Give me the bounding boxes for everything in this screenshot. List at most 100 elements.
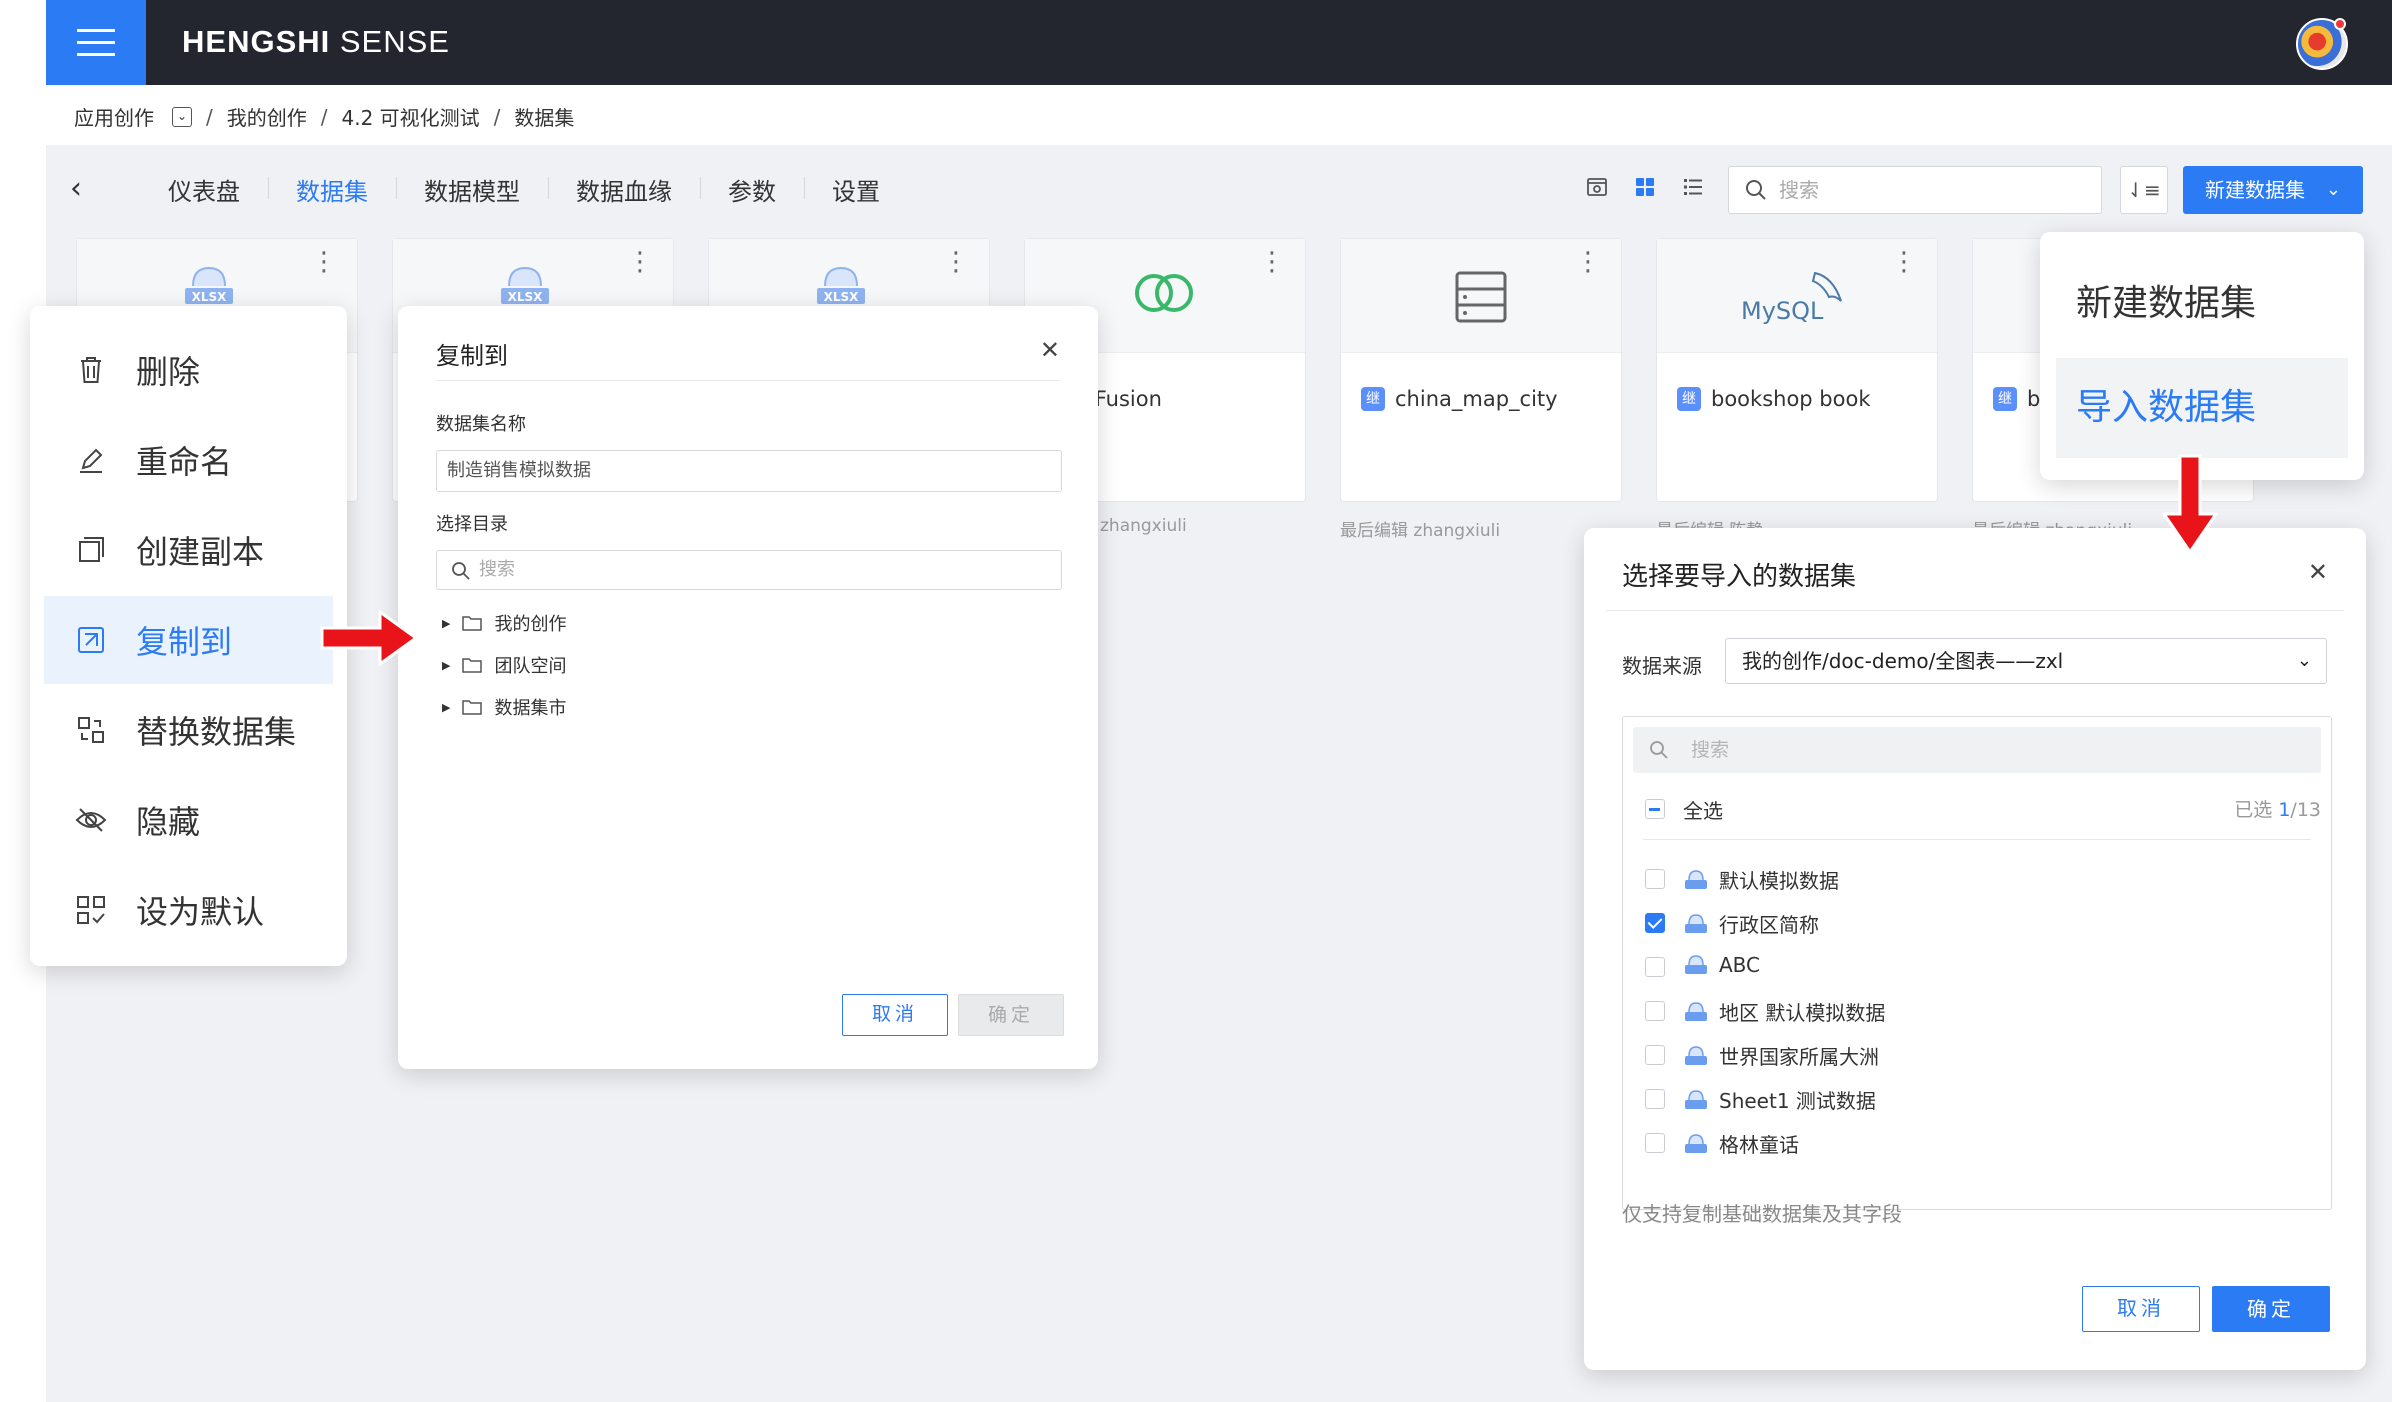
list-view-icon[interactable] <box>1681 175 1705 199</box>
list-search-input[interactable]: 搜索 <box>1633 727 2321 773</box>
sort-icon: ⇃≡ <box>2127 178 2161 202</box>
item-checkbox[interactable] <box>1645 1045 1665 1065</box>
tab-dashboard[interactable]: 仪表盘 <box>140 172 268 207</box>
item-checkbox[interactable] <box>1645 1133 1665 1153</box>
menu-item-import-dataset[interactable]: 导入数据集 <box>2056 358 2348 458</box>
tree-node[interactable]: ▶ 数据集市 <box>442 694 566 720</box>
back-chevron-icon[interactable]: ‹ <box>70 173 100 205</box>
search-input[interactable]: 搜索 <box>1728 166 2102 214</box>
more-options-icon[interactable]: ⋮ <box>943 249 969 275</box>
xlsx-file-icon: XLSX <box>817 266 865 304</box>
svg-text:XLSX: XLSX <box>508 290 544 304</box>
list-item[interactable]: 默认模拟数据 <box>1683 865 1839 894</box>
cancel-button[interactable]: 取消 <box>2082 1286 2200 1332</box>
menu-item-delete[interactable]: 删除 <box>44 326 333 414</box>
dataset-list: 搜索 全选 已选 1/13 默认模拟数据 行政区简称 ABC 地区 默认模拟数据… <box>1622 716 2332 1210</box>
caret-right-icon[interactable]: ▶ <box>442 701 450 714</box>
more-options-icon[interactable]: ⋮ <box>1891 249 1917 275</box>
card-thumbnail: MySQL ⋮ <box>1657 239 1937 353</box>
tab-datasets[interactable]: 数据集 <box>268 172 396 207</box>
new-dataset-button[interactable]: 新建数据集 ⌄ <box>2183 166 2363 214</box>
tree-node[interactable]: ▶ 团队空间 <box>442 652 566 678</box>
caret-right-icon[interactable]: ▶ <box>442 617 450 630</box>
more-options-icon[interactable]: ⋮ <box>1259 249 1285 275</box>
tab-settings[interactable]: 设置 <box>804 172 908 207</box>
tab-data-lineage[interactable]: 数据血缘 <box>548 172 700 207</box>
source-value: 我的创作/doc-demo/全图表——zxl <box>1742 649 2064 673</box>
directory-search-input[interactable]: 搜索 <box>436 550 1062 590</box>
card-title: china_map_city <box>1395 387 1558 411</box>
source-label: 数据来源 <box>1622 654 1702 678</box>
card-title: b <box>2027 387 2041 411</box>
selected-count: 已选 1/13 <box>2234 795 2321 822</box>
dataset-card[interactable]: MySQL ⋮ 继 bookshop book <box>1656 238 1938 502</box>
list-item[interactable]: 行政区简称 <box>1683 909 1819 938</box>
menu-item-set-default[interactable]: 设为默认 <box>44 866 333 954</box>
breadcrumb-item[interactable]: 应用创作 <box>74 102 154 131</box>
close-icon[interactable]: ✕ <box>1040 336 1060 364</box>
folder-icon <box>462 700 483 715</box>
menu-item-label: 创建副本 <box>136 533 265 571</box>
swap-icon <box>78 717 104 743</box>
list-item[interactable]: Sheet1 测试数据 <box>1683 1085 1876 1114</box>
grid-check-icon <box>77 896 105 924</box>
grid-view-icon[interactable] <box>1633 175 1657 199</box>
dataset-name-input[interactable]: 制造销售模拟数据 <box>436 450 1062 492</box>
tree-node[interactable]: ▶ 我的创作 <box>442 610 566 636</box>
more-options-icon[interactable]: ⋮ <box>627 249 653 275</box>
item-checkbox[interactable] <box>1645 1089 1665 1109</box>
confirm-button[interactable]: 确定 <box>958 994 1064 1036</box>
menu-item-new-dataset[interactable]: 新建数据集 <box>2056 254 2348 354</box>
item-checkbox[interactable] <box>1645 1001 1665 1021</box>
breadcrumb-item[interactable]: 4.2 可视化测试 <box>342 102 480 131</box>
menu-item-hide[interactable]: 隐藏 <box>44 776 333 864</box>
list-item[interactable]: 世界国家所属大洲 <box>1683 1041 1879 1070</box>
menu-item-rename[interactable]: 重命名 <box>44 416 333 504</box>
chevron-down-icon: ⌄ <box>2296 650 2312 671</box>
dataset-icon <box>1685 955 1707 974</box>
menu-item-label: 复制到 <box>136 623 233 661</box>
fusion-icon <box>1135 274 1193 312</box>
tab-parameters[interactable]: 参数 <box>700 172 804 207</box>
list-item-label: 行政区简称 <box>1719 913 1819 937</box>
menu-item-copy-to[interactable]: 复制到 <box>44 596 333 684</box>
item-checkbox[interactable] <box>1645 957 1665 977</box>
menu-item-duplicate[interactable]: 创建副本 <box>44 506 333 594</box>
menu-item-replace-dataset[interactable]: 替换数据集 <box>44 686 333 774</box>
more-options-icon[interactable]: ⋮ <box>1575 249 1601 275</box>
new-dataset-label: 新建数据集 <box>2205 178 2305 202</box>
select-all-checkbox[interactable] <box>1645 799 1665 819</box>
hamburger-menu-icon[interactable] <box>46 0 146 85</box>
confirm-button[interactable]: 确定 <box>2212 1286 2330 1332</box>
close-icon[interactable]: ✕ <box>2308 558 2328 586</box>
list-item-label: ABC <box>1719 953 1761 977</box>
tab-data-model[interactable]: 数据模型 <box>396 172 548 207</box>
chevron-down-icon[interactable]: ⌄ <box>172 106 192 127</box>
brand-logo: HENGSHI SENSE <box>182 24 450 59</box>
caret-right-icon[interactable]: ▶ <box>442 659 450 672</box>
svg-text:XLSX: XLSX <box>192 290 228 304</box>
card-name: 继 bookshop book <box>1677 387 1870 411</box>
xlsx-file-icon: XLSX <box>185 266 233 304</box>
trash-icon <box>81 357 101 383</box>
dataset-card[interactable]: ⋮ 继 china_map_city <box>1340 238 1622 502</box>
list-item-label: 世界国家所属大洲 <box>1719 1045 1879 1069</box>
inherit-badge: 继 <box>1993 387 2017 411</box>
sort-button[interactable]: ⇃≡ <box>2120 166 2168 214</box>
source-select[interactable]: 我的创作/doc-demo/全图表——zxl ⌄ <box>1725 638 2327 684</box>
list-item[interactable]: ABC <box>1683 953 1760 977</box>
tree-node-label: 团队空间 <box>494 656 567 677</box>
select-all-label[interactable]: 全选 <box>1683 795 1723 824</box>
list-item[interactable]: 地区 默认模拟数据 <box>1683 997 1885 1026</box>
inherit-badge: 继 <box>1677 387 1701 411</box>
cancel-button[interactable]: 取消 <box>842 994 948 1036</box>
breadcrumb-item[interactable]: 我的创作 <box>227 102 307 131</box>
item-checkbox[interactable] <box>1645 913 1665 933</box>
item-checkbox[interactable] <box>1645 869 1665 889</box>
preview-icon[interactable] <box>1585 175 1609 199</box>
more-options-icon[interactable]: ⋮ <box>311 249 337 275</box>
list-item[interactable]: 格林童话 <box>1683 1129 1799 1158</box>
card-name: 继 china_map_city <box>1361 387 1558 411</box>
list-item-label: 默认模拟数据 <box>1719 869 1839 893</box>
search-placeholder: 搜索 <box>1691 739 1730 761</box>
